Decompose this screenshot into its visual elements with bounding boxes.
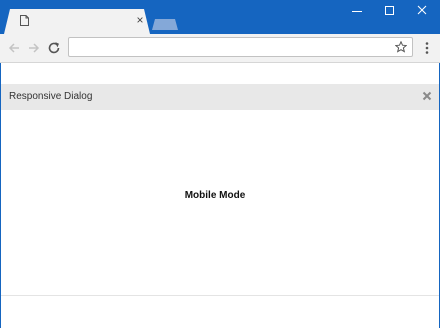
tab-close-icon[interactable]: × (135, 14, 145, 26)
maximize-icon (385, 6, 394, 15)
menu-kebab-icon[interactable] (421, 41, 433, 55)
dialog-footer-divider (1, 295, 439, 296)
minimize-icon (352, 11, 362, 12)
dialog-content-text: Mobile Mode (184, 190, 246, 201)
forward-arrow-icon[interactable] (26, 40, 42, 56)
dialog-body: Mobile Mode (1, 110, 439, 295)
close-icon (417, 5, 427, 15)
bookmark-star-icon[interactable] (395, 41, 407, 53)
dialog-header: Responsive Dialog (1, 84, 439, 110)
dialog-title: Responsive Dialog (9, 91, 93, 102)
browser-toolbar (0, 34, 440, 63)
minimize-button[interactable] (340, 0, 374, 22)
address-bar[interactable] (68, 37, 413, 57)
close-window-button[interactable] (405, 0, 439, 22)
dialog-close-icon[interactable] (421, 90, 433, 102)
new-tab-button[interactable] (152, 19, 178, 30)
browser-titlebar: × (0, 0, 440, 34)
browser-tab[interactable]: × (4, 9, 150, 34)
page-icon (20, 15, 29, 26)
reload-icon[interactable] (46, 40, 62, 56)
maximize-button[interactable] (372, 0, 406, 22)
back-arrow-icon[interactable] (6, 40, 22, 56)
